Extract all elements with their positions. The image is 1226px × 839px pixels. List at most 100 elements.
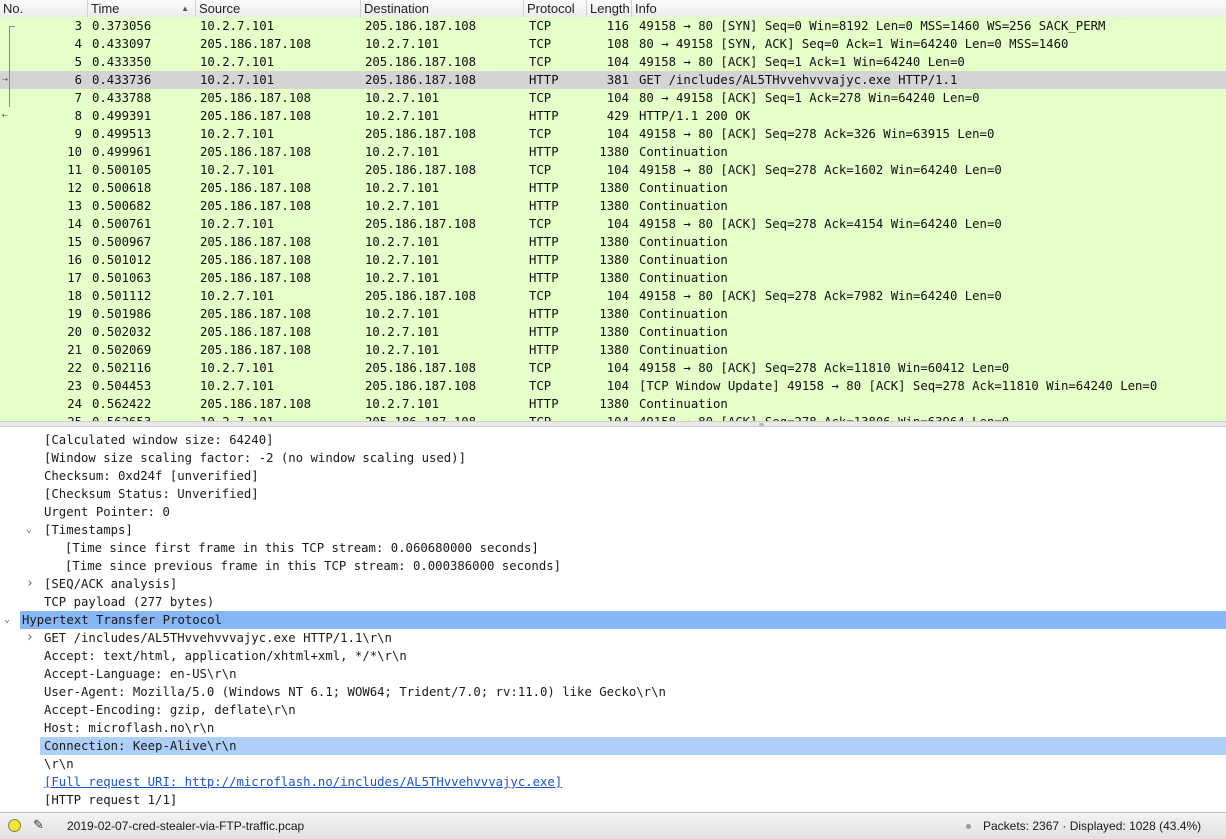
packet-number: 4 <box>0 35 82 53</box>
window-scaling-factor-row[interactable]: [Window size scaling factor: -2 (no wind… <box>0 449 1226 467</box>
packet-destination: 205.186.187.108 <box>365 125 523 143</box>
expanded-chevron-icon[interactable]: ⌄ <box>4 611 10 629</box>
http-accept-row[interactable]: Accept: text/html, application/xhtml+xml… <box>0 647 1226 665</box>
packet-row[interactable]: 50.43335010.2.7.101205.186.187.108TCP104… <box>0 53 1226 71</box>
collapsed-chevron-icon[interactable]: › <box>26 629 34 647</box>
packet-destination: 10.2.7.101 <box>365 89 523 107</box>
column-header-info[interactable]: Info <box>632 0 1226 17</box>
packet-row[interactable]: 110.50010510.2.7.101205.186.187.108TCP10… <box>0 161 1226 179</box>
http-request-line-node-row[interactable]: ›GET /includes/AL5THvvehvvvajyc.exe HTTP… <box>0 629 1226 647</box>
http-user-agent-row[interactable]: User-Agent: Mozilla/5.0 (Windows NT 6.1;… <box>0 683 1226 701</box>
http-host-row[interactable]: Host: microflash.no\r\n <box>0 719 1226 737</box>
http-request-count-row[interactable]: [HTTP request 1/1] <box>0 791 1226 809</box>
packet-source: 10.2.7.101 <box>200 125 360 143</box>
column-label: Length <box>590 1 630 16</box>
checksum-row[interactable]: Checksum: 0xd24f [unverified] <box>0 467 1226 485</box>
packet-time: 0.501986 <box>92 305 196 323</box>
packet-source: 10.2.7.101 <box>200 215 360 233</box>
packet-length: 1380 <box>589 395 629 413</box>
column-header-time[interactable]: Time ▲ <box>88 0 196 17</box>
packet-length: 104 <box>589 359 629 377</box>
full-request-uri-link[interactable]: [Full request URI: http://microflash.no/… <box>44 773 562 791</box>
column-header-destination[interactable]: Destination <box>361 0 524 17</box>
time-since-first-frame-row[interactable]: [Time since first frame in this TCP stre… <box>0 539 1226 557</box>
packet-row[interactable]: 230.50445310.2.7.101205.186.187.108TCP10… <box>0 377 1226 395</box>
http-accept-encoding-row[interactable]: Accept-Encoding: gzip, deflate\r\n <box>0 701 1226 719</box>
packet-row[interactable]: 240.562422205.186.187.10810.2.7.101HTTP1… <box>0 395 1226 413</box>
packet-destination: 10.2.7.101 <box>365 197 523 215</box>
column-header-source[interactable]: Source <box>196 0 361 17</box>
column-label: Time <box>91 1 119 16</box>
packet-number: 7 <box>0 89 82 107</box>
packet-number: 14 <box>0 215 82 233</box>
packet-row[interactable]: 120.500618205.186.187.10810.2.7.101HTTP1… <box>0 179 1226 197</box>
packet-row[interactable]: ⇠80.499391205.186.187.10810.2.7.101HTTP4… <box>0 107 1226 125</box>
http-protocol-node-row[interactable]: ⌄Hypertext Transfer Protocol <box>20 611 1226 629</box>
packet-row[interactable]: 210.502069205.186.187.10810.2.7.101HTTP1… <box>0 341 1226 359</box>
timestamps-node-row[interactable]: ⌄[Timestamps] <box>0 521 1226 539</box>
packet-row[interactable]: 140.50076110.2.7.101205.186.187.108TCP10… <box>0 215 1226 233</box>
http-connection-row[interactable]: Connection: Keep-Alive\r\n <box>40 737 1226 755</box>
http-user-agent: User-Agent: Mozilla/5.0 (Windows NT 6.1;… <box>44 683 666 701</box>
packet-info: Continuation <box>639 305 1226 323</box>
packet-protocol: HTTP <box>529 143 587 161</box>
packet-length: 104 <box>589 287 629 305</box>
full-request-uri-link-row[interactable]: [Full request URI: http://microflash.no/… <box>0 773 1226 791</box>
packet-row[interactable]: 180.50111210.2.7.101205.186.187.108TCP10… <box>0 287 1226 305</box>
urgent-pointer-row[interactable]: Urgent Pointer: 0 <box>0 503 1226 521</box>
packet-row[interactable]: 150.500967205.186.187.10810.2.7.101HTTP1… <box>0 233 1226 251</box>
packet-number: 25 <box>0 413 82 421</box>
checksum-status-row[interactable]: [Checksum Status: Unverified] <box>0 485 1226 503</box>
packet-protocol: HTTP <box>529 341 587 359</box>
packet-info: Continuation <box>639 143 1226 161</box>
collapsed-chevron-icon[interactable]: › <box>26 575 34 593</box>
packet-row[interactable]: 200.502032205.186.187.10810.2.7.101HTTP1… <box>0 323 1226 341</box>
pane-splitter[interactable] <box>0 421 1226 427</box>
http-accept-language-row[interactable]: Accept-Language: en-US\r\n <box>0 665 1226 683</box>
packet-row[interactable]: 40.433097205.186.187.10810.2.7.101TCP108… <box>0 35 1226 53</box>
calculated-window-size-row[interactable]: [Calculated window size: 64240] <box>0 431 1226 449</box>
packet-row[interactable]: 100.499961205.186.187.10810.2.7.101HTTP1… <box>0 143 1226 161</box>
packet-row[interactable]: 190.501986205.186.187.10810.2.7.101HTTP1… <box>0 305 1226 323</box>
packet-row[interactable]: 160.501012205.186.187.10810.2.7.101HTTP1… <box>0 251 1226 269</box>
edit-comment-icon[interactable]: ✎ <box>33 817 44 833</box>
http-end-of-headers-row[interactable]: \r\n <box>0 755 1226 773</box>
column-header-no[interactable]: No. <box>0 0 88 17</box>
tcp-payload-row[interactable]: TCP payload (277 bytes) <box>0 593 1226 611</box>
packet-row[interactable]: 170.501063205.186.187.10810.2.7.101HTTP1… <box>0 269 1226 287</box>
packet-row[interactable]: 250.56265310.2.7.101205.186.187.108TCP10… <box>0 413 1226 421</box>
packet-row[interactable]: 220.50211610.2.7.101205.186.187.108TCP10… <box>0 359 1226 377</box>
packet-source: 205.186.187.108 <box>200 179 360 197</box>
packet-time: 0.499391 <box>92 107 196 125</box>
packet-details-pane[interactable]: [Calculated window size: 64240][Window s… <box>0 430 1226 812</box>
expert-info-icon[interactable] <box>8 819 21 832</box>
packet-rows: 30.37305610.2.7.101205.186.187.108TCP116… <box>0 17 1226 421</box>
packet-source: 205.186.187.108 <box>200 323 360 341</box>
packet-protocol: TCP <box>529 215 587 233</box>
time-since-previous-frame-row[interactable]: [Time since previous frame in this TCP s… <box>0 557 1226 575</box>
packet-row[interactable]: 70.433788205.186.187.10810.2.7.101TCP104… <box>0 89 1226 107</box>
packet-row[interactable]: 130.500682205.186.187.10810.2.7.101HTTP1… <box>0 197 1226 215</box>
column-header-length[interactable]: Length <box>587 0 632 17</box>
column-header-protocol[interactable]: Protocol <box>524 0 587 17</box>
packet-source: 205.186.187.108 <box>200 251 360 269</box>
packet-row-selected[interactable]: ⇢60.43373610.2.7.101205.186.187.108HTTP3… <box>0 71 1226 89</box>
packet-row[interactable]: 30.37305610.2.7.101205.186.187.108TCP116… <box>0 17 1226 35</box>
packet-destination: 10.2.7.101 <box>365 143 523 161</box>
splitter-grip-icon[interactable] <box>759 423 764 426</box>
packet-list[interactable]: No. Time ▲ Source Destination Protocol L… <box>0 0 1226 421</box>
packet-source: 205.186.187.108 <box>200 395 360 413</box>
packet-number: 20 <box>0 323 82 341</box>
packet-source: 10.2.7.101 <box>200 359 360 377</box>
packet-info: 80 → 49158 [SYN, ACK] Seq=0 Ack=1 Win=64… <box>639 35 1226 53</box>
packet-protocol: TCP <box>529 125 587 143</box>
packet-length: 1380 <box>589 143 629 161</box>
packet-number: 9 <box>0 125 82 143</box>
packet-source: 205.186.187.108 <box>200 197 360 215</box>
packet-source: 10.2.7.101 <box>200 413 360 421</box>
seq-ack-analysis-node-row[interactable]: ›[SEQ/ACK analysis] <box>0 575 1226 593</box>
packet-number: 5 <box>0 53 82 71</box>
packet-row[interactable]: 90.49951310.2.7.101205.186.187.108TCP104… <box>0 125 1226 143</box>
expanded-chevron-icon[interactable]: ⌄ <box>26 521 32 539</box>
packet-info: 80 → 49158 [ACK] Seq=1 Ack=278 Win=64240… <box>639 89 1226 107</box>
